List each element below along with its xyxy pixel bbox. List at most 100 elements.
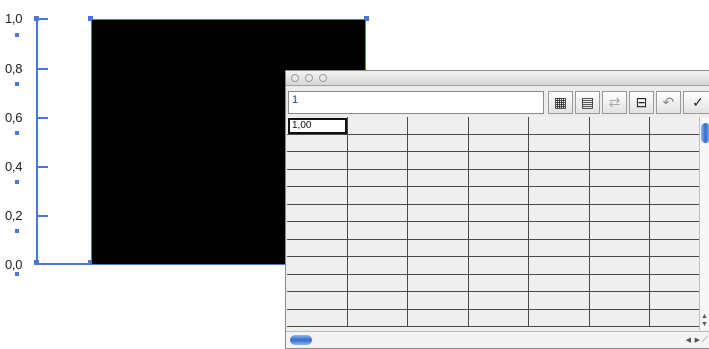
- active-cell[interactable]: 1,00: [288, 118, 347, 134]
- selection-handle[interactable]: [15, 180, 19, 184]
- grid-cell[interactable]: [287, 152, 348, 170]
- grid-cell[interactable]: [529, 257, 590, 275]
- grid-cell[interactable]: [650, 292, 701, 310]
- selection-handle[interactable]: [34, 16, 39, 21]
- cell-entry-field[interactable]: 1: [288, 91, 544, 114]
- grid-cell[interactable]: [650, 187, 701, 205]
- apply-icon[interactable]: ✓: [683, 91, 709, 114]
- data-sheet-window[interactable]: 1 ▦ ▤ ⇄ ⊟ ↶ ✓ 1,00 ▲ ▼ ◀ ▶ ⟋: [285, 70, 709, 349]
- window-titlebar[interactable]: [286, 71, 709, 86]
- grid-cell[interactable]: [529, 292, 590, 310]
- grid-cell[interactable]: [469, 257, 529, 275]
- grid-cell[interactable]: [287, 134, 348, 152]
- grid-cell[interactable]: [469, 309, 529, 327]
- grid-cell[interactable]: [348, 239, 408, 257]
- grid-cell[interactable]: [469, 204, 529, 222]
- grid-cell[interactable]: [408, 239, 469, 257]
- grid-cell[interactable]: [529, 117, 590, 135]
- grid-cell[interactable]: [287, 309, 348, 327]
- grid-cell[interactable]: [348, 309, 408, 327]
- grid-cell[interactable]: [529, 274, 590, 292]
- selection-handle[interactable]: [15, 33, 19, 37]
- grid-cell[interactable]: [348, 134, 408, 152]
- selection-handle[interactable]: [15, 272, 19, 276]
- grid-cell[interactable]: [469, 222, 529, 240]
- grid-cell[interactable]: [469, 187, 529, 205]
- grid-cell[interactable]: [469, 239, 529, 257]
- zoom-button[interactable]: [319, 74, 327, 82]
- grid-cell[interactable]: [287, 222, 348, 240]
- grid-cell[interactable]: [287, 187, 348, 205]
- grid-cell[interactable]: [590, 169, 650, 187]
- grid-cell[interactable]: [650, 257, 701, 275]
- horizontal-scrollbar[interactable]: ◀ ▶ ⟋: [286, 331, 709, 348]
- grid-cell[interactable]: [529, 187, 590, 205]
- grid-cell[interactable]: [590, 187, 650, 205]
- grid-cell[interactable]: [529, 222, 590, 240]
- vertical-scroll-thumb[interactable]: [701, 123, 709, 143]
- grid-cell[interactable]: [348, 274, 408, 292]
- grid-cell[interactable]: [348, 257, 408, 275]
- resize-grip-icon[interactable]: ⟋: [702, 334, 708, 345]
- grid-cell[interactable]: [408, 152, 469, 170]
- scroll-right-arrow-icon[interactable]: ▶: [695, 336, 700, 344]
- grid-cell[interactable]: [348, 204, 408, 222]
- grid-cell[interactable]: [529, 204, 590, 222]
- grid-cell[interactable]: [590, 239, 650, 257]
- grid-cell[interactable]: [408, 134, 469, 152]
- grid-cell[interactable]: [408, 222, 469, 240]
- selection-handle[interactable]: [15, 229, 19, 233]
- grid-cell[interactable]: [529, 239, 590, 257]
- grid-cell[interactable]: [590, 309, 650, 327]
- grid-cell[interactable]: [469, 152, 529, 170]
- grid-cell[interactable]: [287, 292, 348, 310]
- grid-cell[interactable]: [469, 274, 529, 292]
- grid-cell[interactable]: [650, 309, 701, 327]
- minimize-button[interactable]: [305, 74, 313, 82]
- grid-cell[interactable]: [590, 257, 650, 275]
- grid-cell[interactable]: [469, 117, 529, 135]
- grid-cell[interactable]: [348, 187, 408, 205]
- grid-cell[interactable]: [348, 169, 408, 187]
- grid-cell[interactable]: [469, 134, 529, 152]
- grid-cell[interactable]: [408, 204, 469, 222]
- grid-cell[interactable]: [650, 222, 701, 240]
- grid-cell[interactable]: [590, 204, 650, 222]
- grid-cell[interactable]: [348, 152, 408, 170]
- scroll-up-arrow-icon[interactable]: ▲: [701, 313, 708, 320]
- grid-cell[interactable]: [590, 222, 650, 240]
- grid-cell[interactable]: [590, 152, 650, 170]
- import-data-icon[interactable]: ▦: [548, 91, 573, 114]
- selection-handle[interactable]: [15, 131, 19, 135]
- grid-cell[interactable]: [529, 309, 590, 327]
- grid-cell[interactable]: [348, 117, 408, 135]
- grid-cell[interactable]: [408, 292, 469, 310]
- grid-cell[interactable]: [650, 134, 701, 152]
- grid-cell[interactable]: [408, 257, 469, 275]
- grid-cell[interactable]: [469, 292, 529, 310]
- grid-cell[interactable]: [590, 292, 650, 310]
- selection-handle[interactable]: [34, 260, 39, 265]
- grid-cell[interactable]: [287, 169, 348, 187]
- transpose-icon[interactable]: ▤: [575, 91, 600, 114]
- grid-cell[interactable]: [650, 274, 701, 292]
- switch-xy-icon[interactable]: ⇄: [602, 91, 627, 114]
- grid-cell[interactable]: [650, 169, 701, 187]
- grid-cell[interactable]: [408, 309, 469, 327]
- grid-cell[interactable]: [287, 257, 348, 275]
- cell-style-icon[interactable]: ⊟: [629, 91, 654, 114]
- grid-cell[interactable]: [529, 152, 590, 170]
- grid-cell[interactable]: [590, 117, 650, 135]
- horizontal-scroll-thumb[interactable]: [290, 335, 312, 345]
- grid-cell[interactable]: [469, 169, 529, 187]
- data-grid[interactable]: 1,00: [287, 117, 701, 330]
- grid-cell[interactable]: [650, 239, 701, 257]
- grid-cell[interactable]: [408, 187, 469, 205]
- grid-cell[interactable]: [408, 274, 469, 292]
- close-button[interactable]: [291, 74, 299, 82]
- grid-cell[interactable]: [650, 204, 701, 222]
- grid-cell[interactable]: [529, 134, 590, 152]
- scroll-left-arrow-icon[interactable]: ◀: [686, 336, 691, 344]
- grid-cell[interactable]: [408, 169, 469, 187]
- scroll-down-arrow-icon[interactable]: ▼: [701, 321, 708, 328]
